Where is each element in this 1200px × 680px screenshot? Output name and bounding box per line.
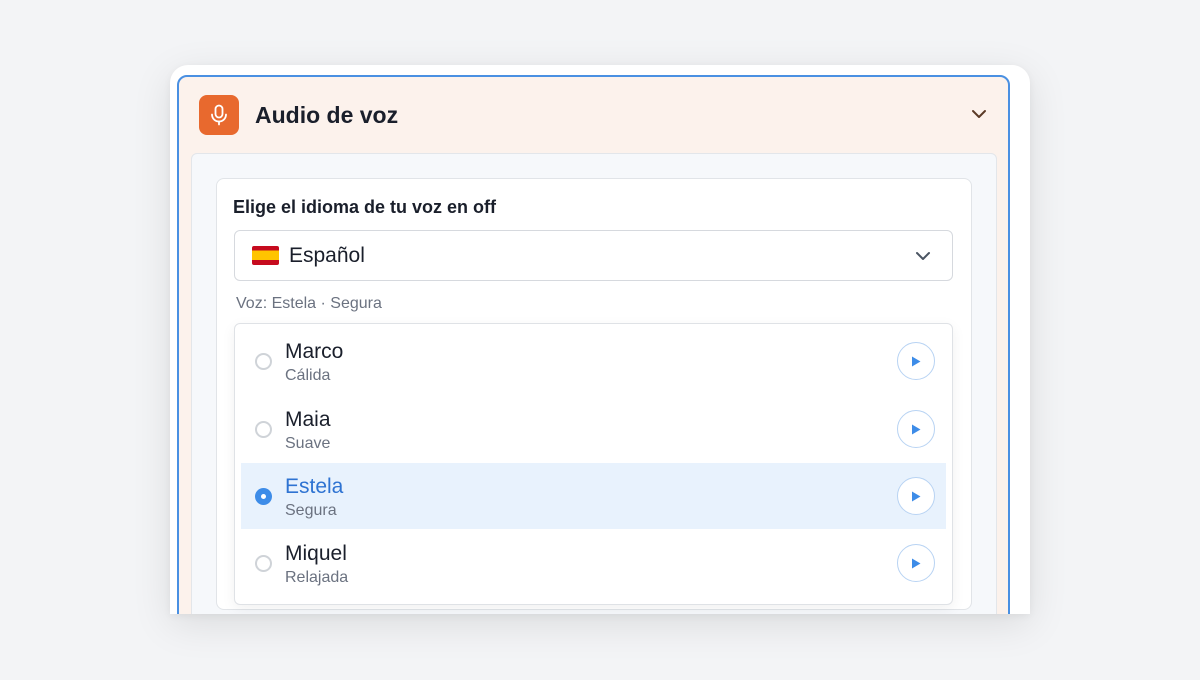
chevron-down-icon (914, 247, 932, 265)
voice-description: Relajada (285, 569, 349, 586)
chevron-down-icon[interactable] (968, 103, 990, 125)
app-window: Audio de voz Elige el idioma de tu voz e… (170, 65, 1030, 614)
panel-body: Elige el idioma de tu voz en off Español… (191, 153, 997, 614)
voice-radio[interactable] (255, 353, 272, 370)
voice-name: Maia (285, 408, 331, 431)
voice-option-marco[interactable]: Marco Cálida (241, 328, 946, 394)
voice-description: Suave (285, 435, 331, 452)
voice-summary: Voz: Estela · Segura (236, 295, 382, 312)
voice-name: Estela (285, 475, 344, 498)
language-card: Elige el idioma de tu voz en off Español… (216, 178, 972, 610)
spain-flag-icon (252, 246, 279, 265)
language-selected-value: Español (289, 244, 365, 267)
panel-title: Audio de voz (255, 102, 399, 128)
panel-header[interactable]: Audio de voz (179, 77, 1008, 153)
voice-description: Cálida (285, 367, 331, 384)
microphone-icon (199, 95, 239, 135)
voice-radio[interactable] (255, 421, 272, 438)
voice-radio-selected[interactable] (255, 488, 272, 505)
play-icon[interactable] (897, 477, 935, 515)
voice-list: Marco Cálida Maia Suave Estela Segura Mi… (234, 323, 953, 605)
voice-description: Segura (285, 502, 337, 519)
play-icon[interactable] (897, 410, 935, 448)
voice-name: Miquel (285, 542, 347, 565)
voice-audio-panel: Audio de voz Elige el idioma de tu voz e… (177, 75, 1010, 614)
voice-option-maia[interactable]: Maia Suave (241, 396, 946, 462)
voice-radio[interactable] (255, 555, 272, 572)
voice-option-miquel[interactable]: Miquel Relajada (241, 530, 946, 596)
voice-option-estela[interactable]: Estela Segura (241, 463, 946, 529)
play-icon[interactable] (897, 342, 935, 380)
language-select[interactable]: Español (234, 230, 953, 281)
language-label: Elige el idioma de tu voz en off (233, 197, 497, 217)
play-icon[interactable] (897, 544, 935, 582)
voice-name: Marco (285, 340, 344, 363)
